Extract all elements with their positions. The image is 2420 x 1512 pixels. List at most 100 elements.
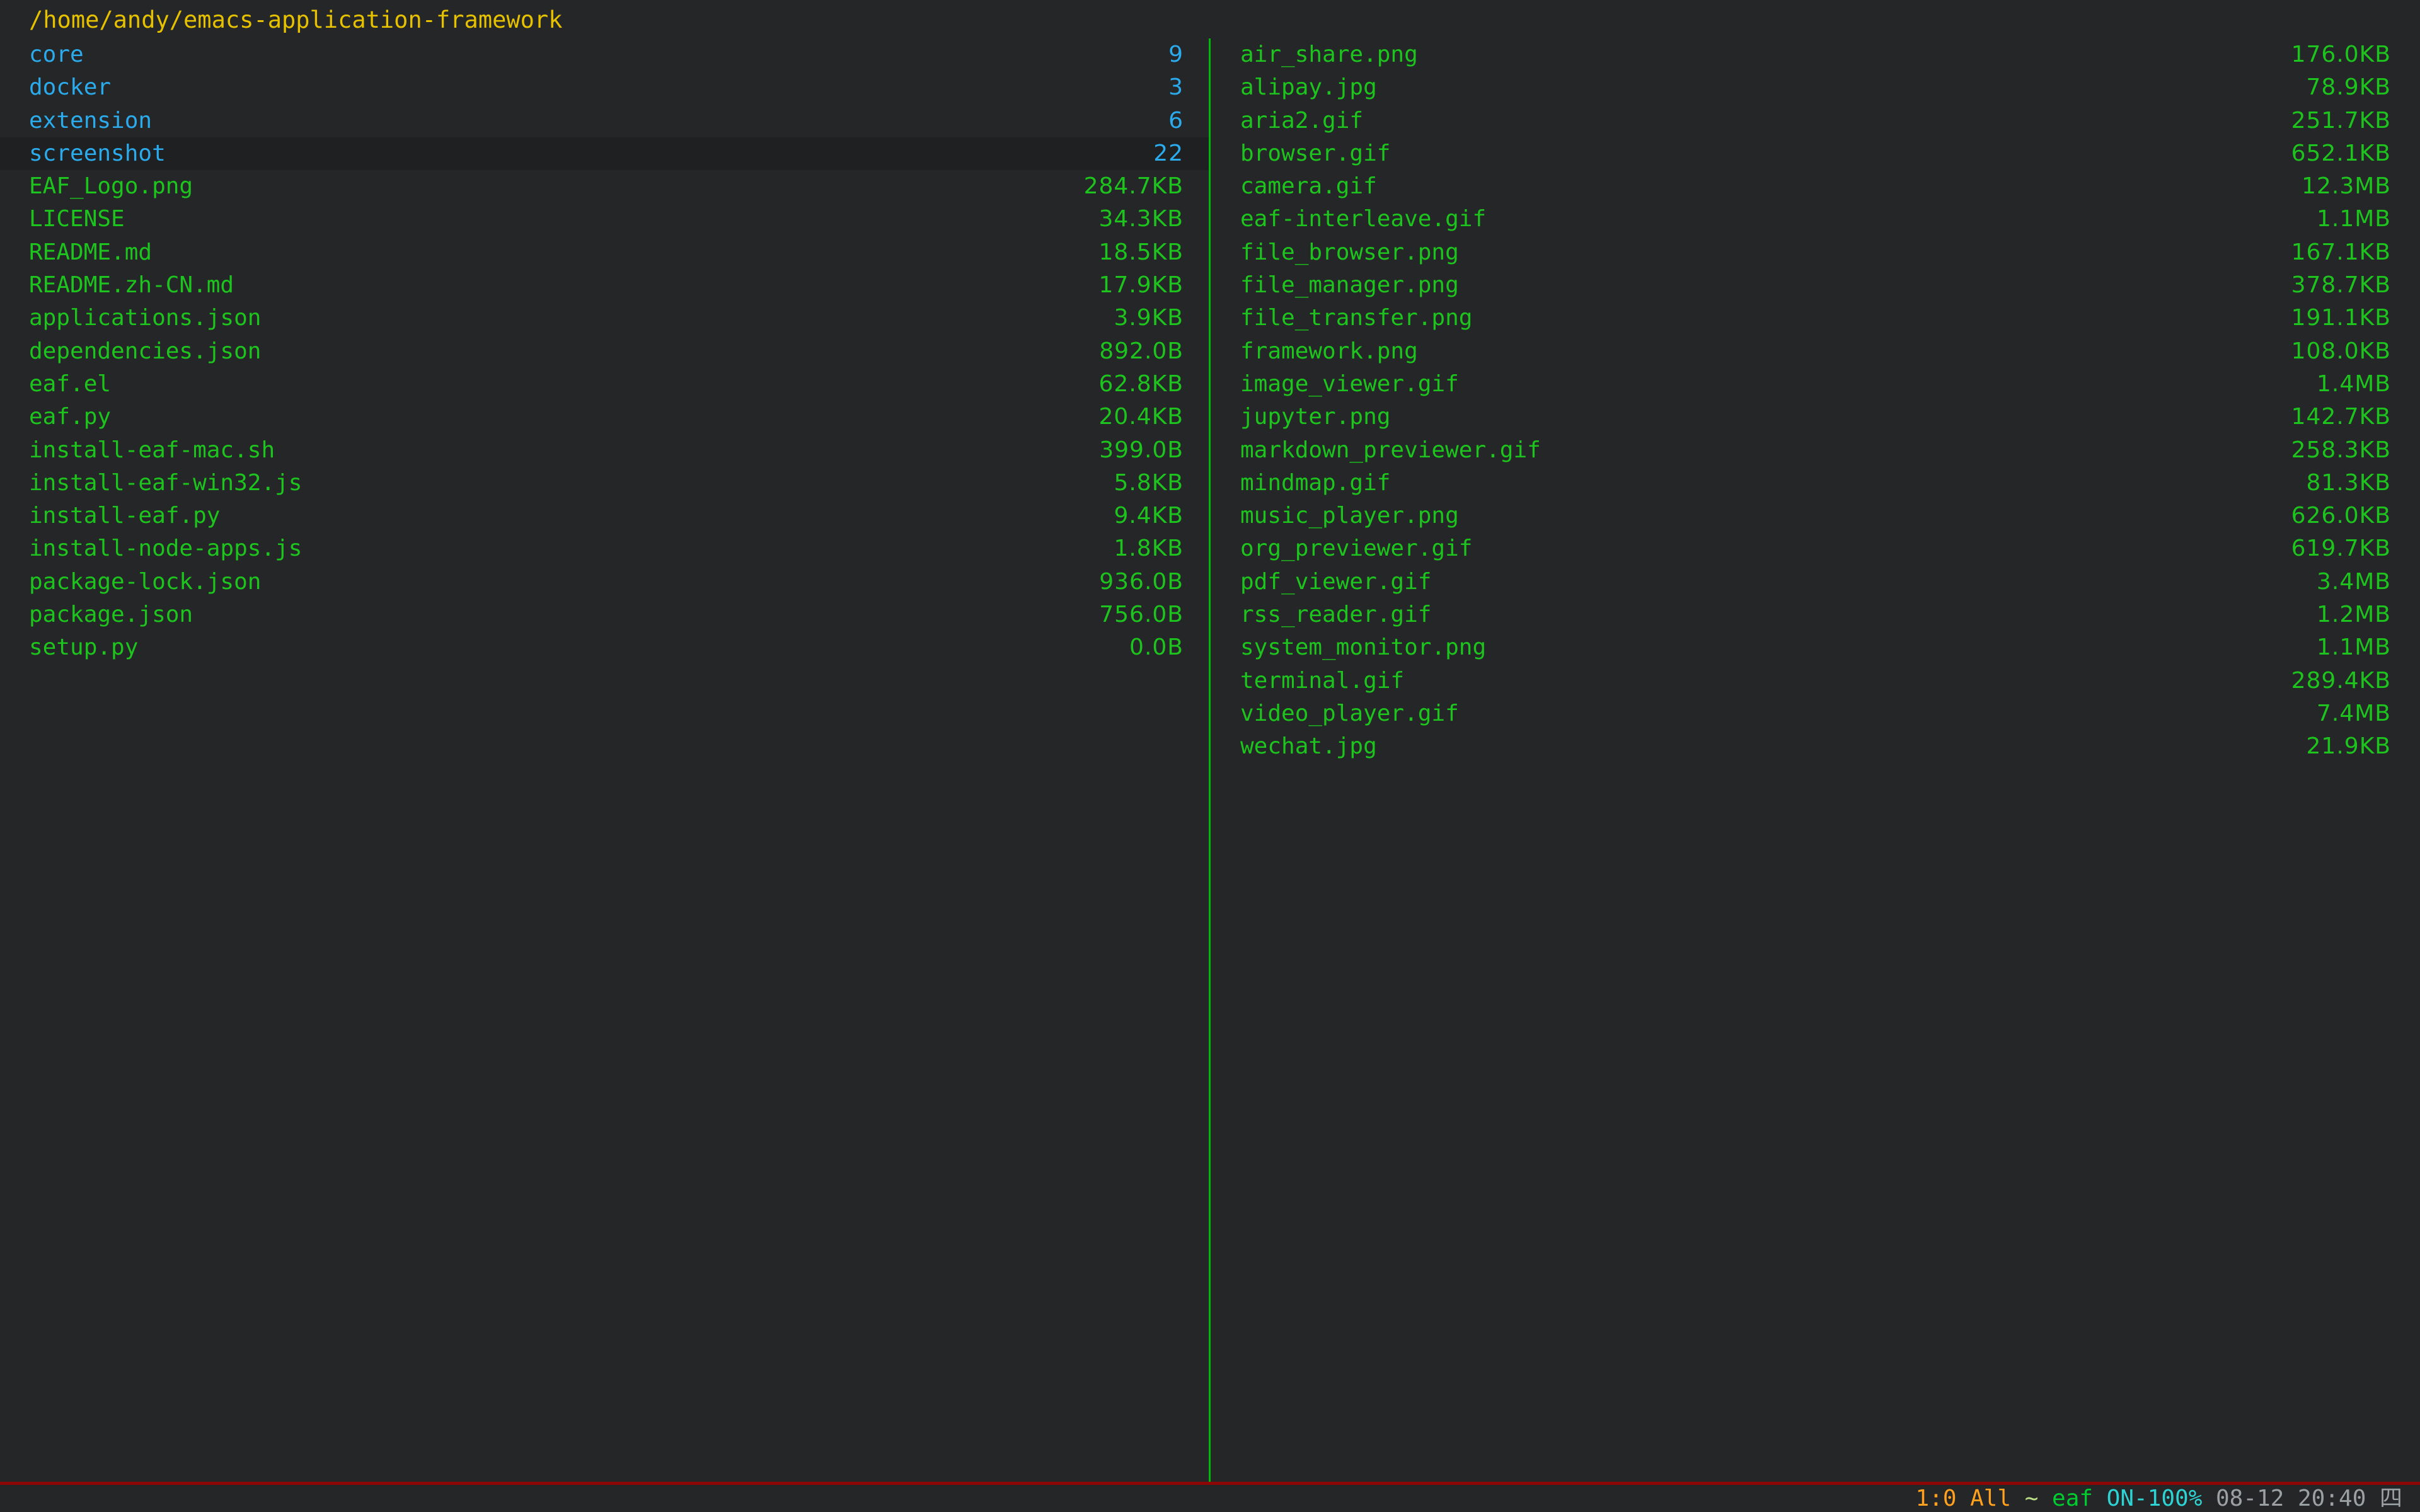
file-row[interactable]: file_browser.png 167.1KB — [1211, 236, 2420, 269]
modeline-weekday: 四 — [2380, 1485, 2402, 1512]
directory-row[interactable]: screenshot 22 — [0, 137, 1209, 170]
file-row[interactable]: package.json 756.0B — [0, 598, 1209, 631]
file-row[interactable]: eaf.py20.4KB — [0, 401, 1209, 433]
file-size: 756.0B — [1099, 598, 1184, 631]
file-row[interactable]: package-lock.json936.0B — [0, 566, 1209, 598]
file-name: package.json — [29, 598, 193, 631]
file-row[interactable]: eaf.el62.8KB — [0, 368, 1209, 401]
file-name: file_browser.png — [1240, 236, 1459, 269]
file-name: install-eaf-win32.js — [29, 467, 302, 500]
file-size: 3.9KB — [1114, 302, 1184, 335]
file-row[interactable]: aria2.gif 251.7KB — [1211, 105, 2420, 137]
file-name: dependencies.json — [29, 335, 261, 368]
file-row[interactable]: terminal.gif289.4KB — [1211, 665, 2420, 697]
file-name: EAF_Logo.png — [29, 170, 193, 203]
directory-name: screenshot — [29, 137, 166, 170]
file-name: eaf-interleave.gif — [1240, 203, 1486, 236]
file-size: 20.4KB — [1099, 401, 1184, 433]
file-size: 191.1KB — [2291, 302, 2391, 335]
directory-count: 6 — [1168, 105, 1184, 137]
file-row[interactable]: system_monitor.png1.1MB — [1211, 631, 2420, 664]
file-size: 652.1KB — [2291, 137, 2391, 170]
file-name: terminal.gif — [1240, 665, 1404, 697]
file-size: 167.1KB — [2291, 236, 2391, 269]
file-row[interactable]: applications.json 3.9KB — [0, 302, 1209, 335]
file-name: LICENSE — [29, 203, 125, 236]
modeline-cursor-position: 1:0 — [1916, 1485, 1957, 1512]
file-row[interactable]: file_transfer.png191.1KB — [1211, 302, 2420, 335]
directory-row[interactable]: core9 — [0, 38, 1209, 71]
file-name: README.md — [29, 236, 152, 269]
file-row[interactable]: framework.png108.0KB — [1211, 335, 2420, 368]
file-name: applications.json — [29, 302, 261, 335]
modeline-scroll-state: All — [1970, 1485, 2011, 1512]
file-row[interactable]: README.zh-CN.md17.9KB — [0, 269, 1209, 302]
directory-name: docker — [29, 71, 111, 104]
file-row[interactable]: install-eaf-mac.sh399.0B — [0, 434, 1209, 467]
file-name: framework.png — [1240, 335, 1418, 368]
file-name: browser.gif — [1240, 137, 1390, 170]
file-row[interactable]: install-eaf.py 9.4KB — [0, 500, 1209, 532]
file-row[interactable]: pdf_viewer.gif 3.4MB — [1211, 566, 2420, 598]
file-size: 1.8KB — [1114, 532, 1184, 565]
file-list-left: core9docker3extension6screenshot22EAF_Lo… — [0, 38, 1209, 665]
file-row[interactable]: image_viewer.gif1.4MB — [1211, 368, 2420, 401]
file-row[interactable]: setup.py0.0B — [0, 631, 1209, 664]
file-size: 5.8KB — [1114, 467, 1184, 500]
file-row[interactable]: alipay.jpg78.9KB — [1211, 71, 2420, 104]
file-row[interactable]: jupyter.png142.7KB — [1211, 401, 2420, 433]
file-row[interactable]: install-eaf-win32.js 5.8KB — [0, 467, 1209, 500]
path-header: /home/andy/emacs-application-framework — [0, 0, 2420, 38]
file-row[interactable]: video_player.gif 7.4MB — [1211, 697, 2420, 730]
file-name: install-node-apps.js — [29, 532, 302, 565]
file-row[interactable]: markdown_previewer.gif258.3KB — [1211, 434, 2420, 467]
file-row[interactable]: file_manager.png378.7KB — [1211, 269, 2420, 302]
file-size: 0.0B — [1129, 631, 1184, 664]
file-name: markdown_previewer.gif — [1240, 434, 1541, 467]
file-row[interactable]: dependencies.json892.0B — [0, 335, 1209, 368]
file-name: pdf_viewer.gif — [1240, 566, 1431, 598]
file-row[interactable]: rss_reader.gif1.2MB — [1211, 598, 2420, 631]
modeline: 1:0 All ~ eaf ON-100% 08-12 20:40 四 — [0, 1485, 2420, 1512]
modeline-input-state: ON-100% — [2107, 1485, 2203, 1512]
modeline-tilde: ~ — [2025, 1485, 2039, 1512]
directory-count: 22 — [1153, 137, 1184, 170]
file-row[interactable]: eaf-interleave.gif1.1MB — [1211, 203, 2420, 236]
file-row[interactable]: install-node-apps.js 1.8KB — [0, 532, 1209, 565]
file-name: install-eaf-mac.sh — [29, 434, 275, 467]
file-size: 7.4MB — [2317, 697, 2391, 730]
file-name: aria2.gif — [1240, 105, 1363, 137]
file-size: 936.0B — [1099, 566, 1184, 598]
file-row[interactable]: README.md 18.5KB — [0, 236, 1209, 269]
directory-count: 9 — [1168, 38, 1184, 71]
file-name: video_player.gif — [1240, 697, 1459, 730]
file-row[interactable]: music_player.png626.0KB — [1211, 500, 2420, 532]
file-row[interactable]: EAF_Logo.png284.7KB — [0, 170, 1209, 203]
file-size: 9.4KB — [1114, 500, 1184, 532]
file-size: 1.4MB — [2317, 368, 2391, 401]
file-size: 619.7KB — [2291, 532, 2391, 565]
file-row[interactable]: wechat.jpg21.9KB — [1211, 730, 2420, 763]
directory-count: 3 — [1168, 71, 1184, 104]
directory-row[interactable]: docker 3 — [0, 71, 1209, 104]
modeline-datetime: 08-12 20:40 — [2216, 1485, 2366, 1512]
file-size: 18.5KB — [1099, 236, 1184, 269]
file-size: 251.7KB — [2291, 105, 2391, 137]
file-row[interactable]: browser.gif 652.1KB — [1211, 137, 2420, 170]
file-name: org_previewer.gif — [1240, 532, 1472, 565]
file-row[interactable]: camera.gif 12.3MB — [1211, 170, 2420, 203]
directory-row[interactable]: extension6 — [0, 105, 1209, 137]
file-name: install-eaf.py — [29, 500, 220, 532]
file-size: 142.7KB — [2291, 401, 2391, 433]
file-row[interactable]: mindmap.gif81.3KB — [1211, 467, 2420, 500]
file-size: 176.0KB — [2291, 38, 2391, 71]
file-size: 3.4MB — [2317, 566, 2391, 598]
file-name: camera.gif — [1240, 170, 1377, 203]
file-name: alipay.jpg — [1240, 71, 1377, 104]
file-size: 34.3KB — [1099, 203, 1184, 236]
file-row[interactable]: org_previewer.gif 619.7KB — [1211, 532, 2420, 565]
file-name: air_share.png — [1240, 38, 1418, 71]
file-size: 12.3MB — [2302, 170, 2391, 203]
file-row[interactable]: air_share.png 176.0KB — [1211, 38, 2420, 71]
file-row[interactable]: LICENSE 34.3KB — [0, 203, 1209, 236]
